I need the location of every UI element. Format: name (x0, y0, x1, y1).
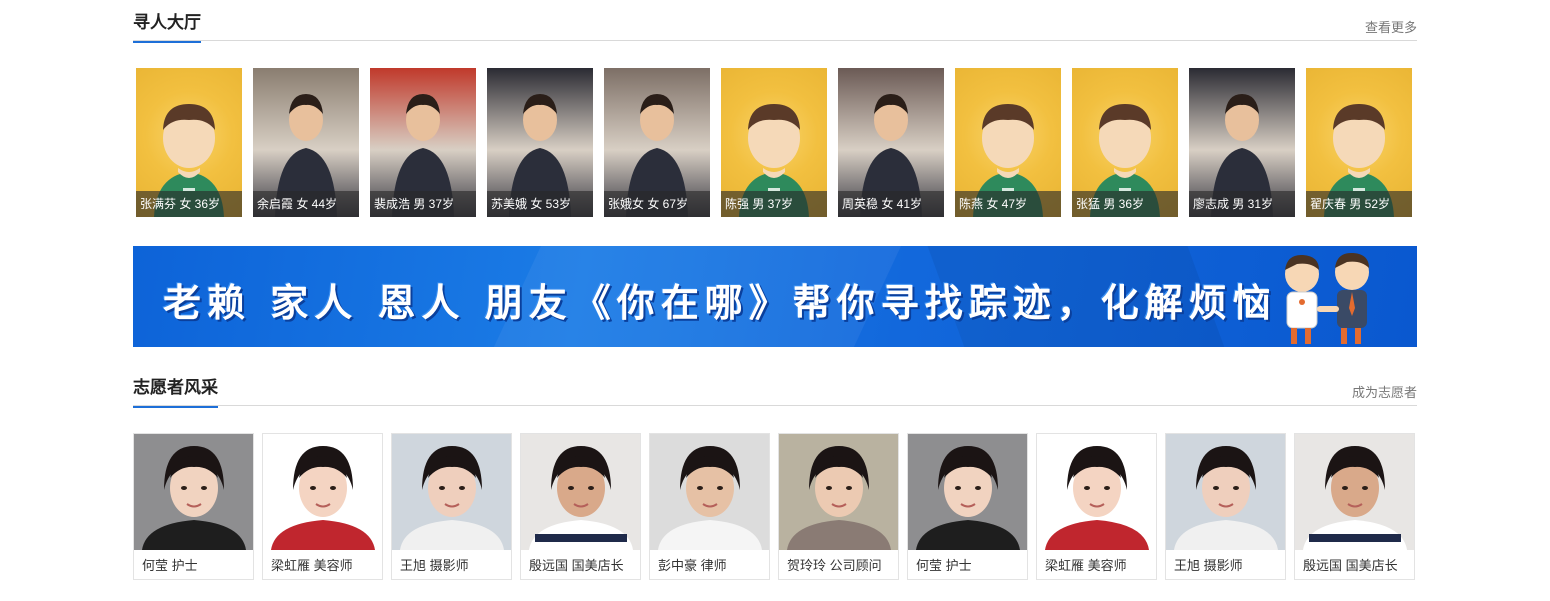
missing-person-card[interactable]: 陈强 男 37岁 (721, 68, 827, 217)
volunteer-header: 志愿者风采 成为志愿者 (133, 376, 1417, 408)
volunteer-caption: 梁虹雁 美容师 (1045, 558, 1127, 573)
volunteer-card[interactable]: 何莹 护士 (133, 433, 254, 580)
volunteer-card[interactable]: 王旭 摄影师 (391, 433, 512, 580)
volunteer-caption: 贺玲玲 公司顾问 (787, 558, 882, 573)
volunteer-caption: 王旭 摄影师 (1174, 558, 1243, 573)
volunteer-card[interactable]: 殷远国 国美店长 (520, 433, 641, 580)
volunteer-card[interactable]: 殷远国 国美店长 (1294, 433, 1415, 580)
missing-person-card[interactable]: 周英稳 女 41岁 (838, 68, 944, 217)
volunteer-caption: 梁虹雁 美容师 (271, 558, 353, 573)
person-caption: 苏美娥 女 53岁 (487, 191, 593, 217)
missing-person-card[interactable]: 张娥女 女 67岁 (604, 68, 710, 217)
volunteer-photo (1295, 434, 1414, 550)
person-caption: 陈燕 女 47岁 (955, 191, 1061, 217)
volunteer-caption: 王旭 摄影师 (400, 558, 469, 573)
volunteer-card[interactable]: 何莹 护士 (907, 433, 1028, 580)
volunteer-photo (1037, 434, 1156, 550)
volunteer-card[interactable]: 彭中豪 律师 (649, 433, 770, 580)
person-caption: 裴成浩 男 37岁 (370, 191, 476, 217)
volunteer-card[interactable]: 梁虹雁 美容师 (1036, 433, 1157, 580)
volunteer-photo (1166, 434, 1285, 550)
volunteer-section: 志愿者风采 成为志愿者 何莹 护士 梁虹雁 美容师 王旭 摄影师 殷远国 国美店长 彭中… (133, 376, 1417, 591)
volunteer-photo (134, 434, 253, 550)
person-caption: 张满芬 女 36岁 (136, 191, 242, 217)
become-volunteer-link[interactable]: 成为志愿者 (1352, 382, 1417, 401)
volunteer-photo (392, 434, 511, 550)
volunteer-photo (908, 434, 1027, 550)
volunteer-card[interactable]: 王旭 摄影师 (1165, 433, 1286, 580)
missing-person-card[interactable]: 张满芬 女 36岁 (136, 68, 242, 217)
volunteer-caption: 何莹 护士 (916, 558, 972, 573)
volunteer-caption: 殷远国 国美店长 (529, 558, 624, 573)
missing-person-card[interactable]: 张猛 男 36岁 (1072, 68, 1178, 217)
person-caption: 余启霞 女 44岁 (253, 191, 359, 217)
missing-person-card[interactable]: 苏美娥 女 53岁 (487, 68, 593, 217)
person-caption: 翟庆春 男 52岁 (1306, 191, 1412, 217)
volunteer-caption: 何莹 护士 (142, 558, 198, 573)
missing-person-card[interactable]: 陈燕 女 47岁 (955, 68, 1061, 217)
volunteer-title: 志愿者风采 (133, 378, 218, 408)
person-caption: 张娥女 女 67岁 (604, 191, 710, 217)
volunteer-caption: 彭中豪 律师 (658, 558, 727, 573)
missing-person-list: 张满芬 女 36岁 余启霞 女 44岁 裴成浩 男 37岁 苏美娥 女 53岁 张娥女 … (136, 68, 1418, 218)
volunteer-photo (263, 434, 382, 550)
seek-hall-section: 寻人大厅 查看更多 张满芬 女 36岁 余启霞 女 44岁 裴成浩 男 37岁 苏美娥… (133, 11, 1417, 226)
banner-text: 老赖 家人 恩人 朋友《你在哪》帮你寻找踪迹，化解烦恼 (163, 281, 1277, 325)
volunteer-photo (779, 434, 898, 550)
person-caption: 张猛 男 36岁 (1072, 191, 1178, 217)
volunteer-photo (521, 434, 640, 550)
missing-person-card[interactable]: 余启霞 女 44岁 (253, 68, 359, 217)
view-more-link[interactable]: 查看更多 (1365, 17, 1417, 36)
person-caption: 廖志成 男 31岁 (1189, 191, 1295, 217)
handshake-figures-icon (1285, 252, 1369, 344)
volunteer-photo (650, 434, 769, 550)
missing-person-card[interactable]: 裴成浩 男 37岁 (370, 68, 476, 217)
volunteer-card[interactable]: 梁虹雁 美容师 (262, 433, 383, 580)
missing-person-card[interactable]: 廖志成 男 31岁 (1189, 68, 1295, 217)
volunteer-caption: 殷远国 国美店长 (1303, 558, 1398, 573)
seek-hall-header: 寻人大厅 查看更多 (133, 11, 1417, 43)
seek-hall-title: 寻人大厅 (133, 13, 201, 43)
person-caption: 周英稳 女 41岁 (838, 191, 944, 217)
volunteer-card[interactable]: 贺玲玲 公司顾问 (778, 433, 899, 580)
volunteer-list: 何莹 护士 梁虹雁 美容师 王旭 摄影师 殷远国 国美店长 彭中豪 律师 贺玲玲 公司顾问… (133, 433, 1417, 583)
person-caption: 陈强 男 37岁 (721, 191, 827, 217)
promo-banner[interactable]: 老赖 家人 恩人 朋友《你在哪》帮你寻找踪迹，化解烦恼 (133, 246, 1417, 347)
missing-person-card[interactable]: 翟庆春 男 52岁 (1306, 68, 1412, 217)
